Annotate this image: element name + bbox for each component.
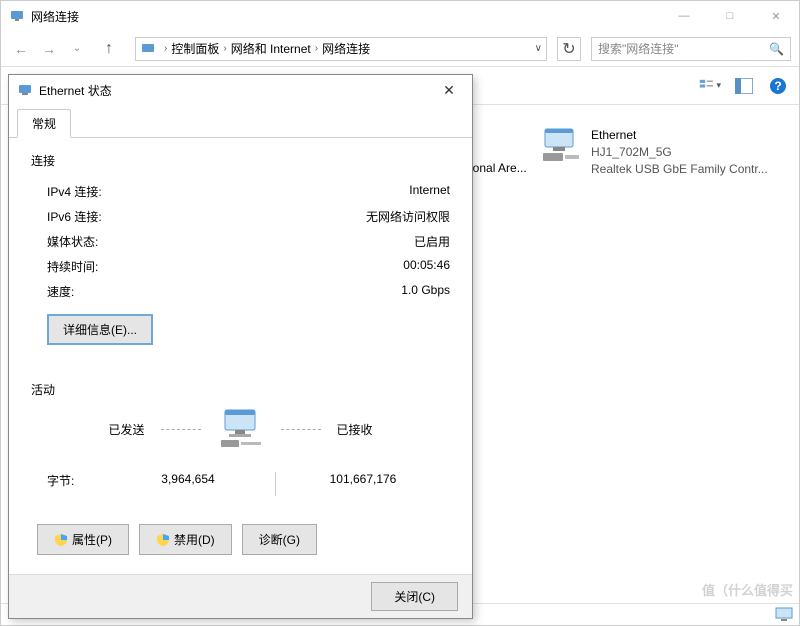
duration-label: 持续时间: (47, 258, 98, 275)
layout-icon[interactable] (733, 75, 755, 97)
dialog-title: Ethernet 状态 (39, 82, 112, 99)
connection-item-ethernet[interactable]: Ethernet HJ1_702M_5G Realtek USB GbE Fam… (539, 127, 768, 177)
dialog-close-button[interactable]: ✕ (434, 82, 464, 99)
activity-line (161, 429, 201, 430)
search-input[interactable]: 搜索"网络连接" 🔍 (591, 37, 791, 61)
tab-general[interactable]: 常规 (17, 109, 71, 138)
received-label: 已接收 (337, 421, 373, 438)
disable-button[interactable]: 禁用(D) (139, 524, 232, 555)
bytes-label: 字节: (31, 472, 101, 496)
maximize-button[interactable]: □ (707, 1, 753, 31)
computer-icon (775, 607, 793, 623)
help-icon[interactable]: ? (767, 75, 789, 97)
close-dialog-button[interactable]: 关闭(C) (371, 582, 458, 611)
window-controls: — □ ✕ (661, 1, 799, 31)
disable-label: 禁用(D) (174, 531, 215, 548)
details-button[interactable]: 详细信息(E)... (47, 314, 153, 345)
breadcrumb-sep: › (164, 43, 167, 54)
ethernet-adapter-icon (539, 127, 583, 165)
view-mode-icon[interactable]: ▾ (699, 75, 721, 97)
network-icon (140, 41, 156, 57)
search-placeholder: 搜索"网络连接" (598, 40, 769, 57)
back-button[interactable]: ← (9, 37, 33, 61)
tabstrip: 常规 (9, 105, 472, 138)
properties-button[interactable]: 属性(P) (37, 524, 129, 555)
search-icon[interactable]: 🔍 (769, 42, 784, 56)
ethernet-icon (17, 82, 33, 98)
navigation-bar: ← → ⌄ ↑ › 控制面板 › 网络和 Internet › 网络连接 ∨ ↻… (1, 31, 799, 67)
titlebar: 网络连接 — □ ✕ (1, 1, 799, 31)
breadcrumb-sep: › (223, 43, 226, 54)
breadcrumb-seg-1[interactable]: 控制面板 (171, 40, 219, 57)
bytes-row: 字节: 3,964,654 101,667,176 (31, 472, 450, 496)
activity-computer-icon (217, 408, 265, 450)
network-icon (9, 8, 25, 24)
connection-device: Realtek USB GbE Family Contr... (591, 161, 768, 178)
dialog-body: 连接 IPv4 连接: Internet IPv6 连接: 无网络访问权限 媒体状态… (9, 138, 472, 569)
section-activity-title: 活动 (31, 381, 450, 398)
minimize-button[interactable]: — (661, 1, 707, 31)
bytes-sent-value: 3,964,654 (101, 472, 275, 496)
ipv6-label: IPv6 连接: (47, 208, 102, 225)
properties-label: 属性(P) (72, 531, 112, 548)
bytes-recv-value: 101,667,176 (276, 472, 450, 496)
close-button[interactable]: ✕ (753, 1, 799, 31)
up-button[interactable]: ↑ (97, 37, 121, 61)
history-dropdown[interactable]: ⌄ (65, 37, 89, 61)
connection-name: Ethernet (591, 127, 768, 144)
svg-text:?: ? (774, 79, 781, 93)
connection-network: HJ1_702M_5G (591, 144, 768, 161)
shield-icon (54, 533, 68, 547)
address-dropdown-icon[interactable]: ∨ (535, 43, 542, 54)
shield-icon (156, 533, 170, 547)
speed-value: 1.0 Gbps (401, 283, 450, 300)
action-button-row: 属性(P) 禁用(D) 诊断(G) (31, 524, 450, 555)
speed-label: 速度: (47, 283, 74, 300)
ipv4-label: IPv4 连接: (47, 183, 102, 200)
dialog-titlebar: Ethernet 状态 ✕ (9, 75, 472, 105)
diagnose-label: 诊断(G) (259, 531, 300, 548)
ipv6-value: 无网络访问权限 (366, 208, 450, 225)
sent-label: 已发送 (108, 421, 144, 438)
breadcrumb-seg-3[interactable]: 网络连接 (322, 40, 370, 57)
refresh-button[interactable]: ↻ (557, 37, 581, 61)
diagnose-button[interactable]: 诊断(G) (242, 524, 317, 555)
activity-visual: 已发送 已接收 (31, 408, 450, 450)
media-value: 已启用 (414, 233, 450, 250)
address-bar[interactable]: › 控制面板 › 网络和 Internet › 网络连接 ∨ (135, 37, 547, 61)
breadcrumb-sep: › (315, 43, 318, 54)
forward-button[interactable]: → (37, 37, 61, 61)
window-title: 网络连接 (31, 8, 661, 25)
media-label: 媒体状态: (47, 233, 98, 250)
section-connection-title: 连接 (31, 152, 450, 169)
activity-line (281, 429, 321, 430)
breadcrumb-seg-2[interactable]: 网络和 Internet (231, 40, 311, 57)
duration-value: 00:05:46 (403, 258, 450, 275)
dialog-footer: 关闭(C) (9, 574, 472, 618)
ipv4-value: Internet (409, 183, 450, 200)
ethernet-status-dialog: Ethernet 状态 ✕ 常规 连接 IPv4 连接: Internet IPv… (8, 74, 473, 619)
